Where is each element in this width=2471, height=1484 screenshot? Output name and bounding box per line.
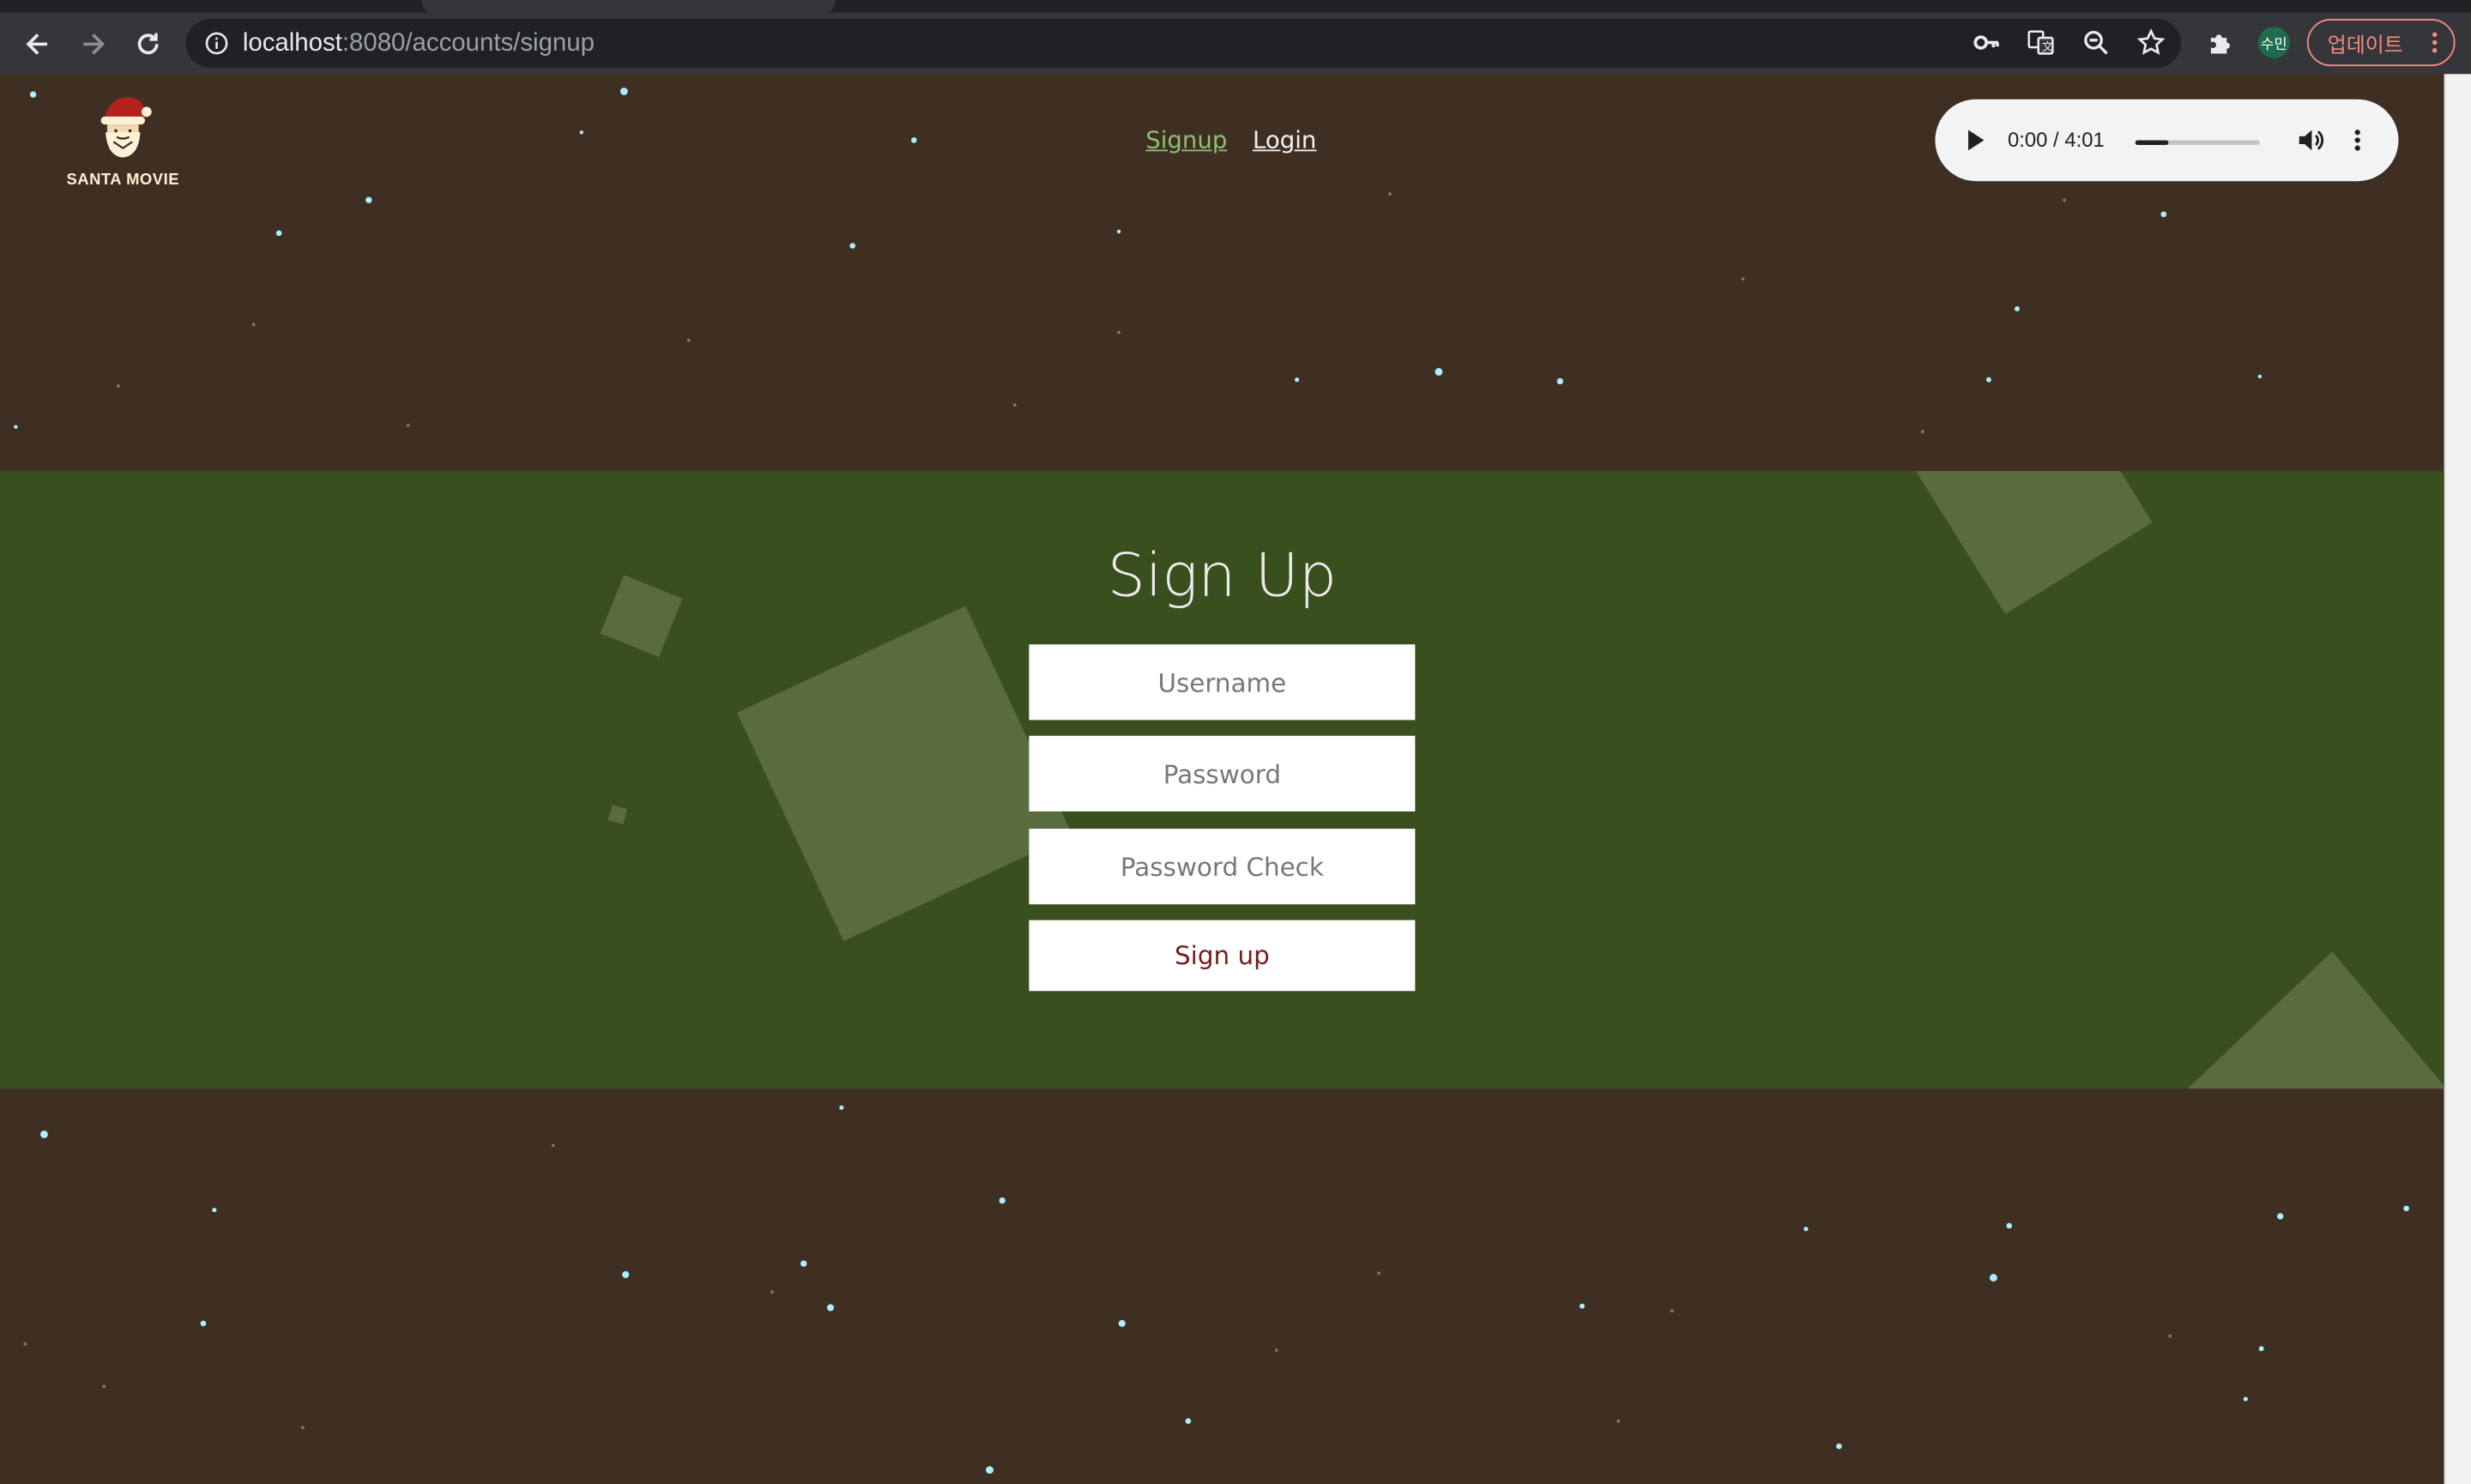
- audio-player: 0:00 / 4:01: [1935, 99, 2399, 182]
- decorative-square: [736, 606, 1072, 942]
- zoom-icon[interactable]: [2075, 22, 2117, 63]
- site-info-icon[interactable]: [205, 32, 229, 63]
- more-vert-icon: [2432, 30, 2438, 60]
- browser-toolbar: localhost:8080/accounts/signup 文 수민 업데이트: [0, 12, 2471, 75]
- page-scrollbar[interactable]: [2444, 74, 2471, 1484]
- extensions-puzzle-icon[interactable]: [2200, 22, 2241, 63]
- nav-signup-link[interactable]: Signup: [1145, 126, 1227, 154]
- profile-avatar[interactable]: 수민: [2257, 27, 2290, 58]
- nav-login-link[interactable]: Login: [1253, 126, 1316, 154]
- santa-face-icon: [100, 97, 152, 158]
- brand-name: SANTA MOVIE: [66, 172, 180, 190]
- bookmark-star-icon[interactable]: [2130, 22, 2172, 63]
- page-title: Sign Up: [1107, 540, 1338, 610]
- password-input[interactable]: [1029, 735, 1416, 811]
- audio-time-display: 0:00 / 4:01: [2007, 127, 2105, 152]
- browser-update-button[interactable]: 업데이트: [2306, 19, 2456, 67]
- audio-more-options-icon[interactable]: [2354, 128, 2360, 161]
- decorative-triangle: [2182, 951, 2444, 1089]
- translate-icon[interactable]: 文: [2021, 22, 2062, 63]
- forward-icon[interactable]: [71, 22, 115, 66]
- play-icon[interactable]: [1965, 128, 1987, 161]
- decorative-square: [607, 805, 628, 824]
- audio-progress-fill: [2135, 140, 2169, 145]
- site-logo[interactable]: SANTA MOVIE: [60, 92, 186, 190]
- url-text: localhost:8080/accounts/signup: [242, 29, 595, 57]
- browser-tab[interactable]: [422, 0, 836, 13]
- update-label: 업데이트: [2327, 32, 2403, 57]
- audio-progress-slider[interactable]: [2135, 140, 2260, 145]
- back-icon[interactable]: [15, 22, 59, 66]
- password-check-input[interactable]: [1029, 829, 1416, 905]
- volume-icon[interactable]: [2296, 126, 2324, 162]
- reload-icon[interactable]: [126, 22, 170, 66]
- top-nav: Signup Login: [1145, 126, 1316, 154]
- address-bar[interactable]: localhost:8080/accounts/signup: [185, 19, 2181, 68]
- svg-text:文: 文: [2042, 41, 2053, 54]
- username-input[interactable]: [1029, 644, 1416, 721]
- key-icon[interactable]: [1967, 22, 2008, 63]
- signup-submit-button[interactable]: Sign up: [1029, 920, 1416, 992]
